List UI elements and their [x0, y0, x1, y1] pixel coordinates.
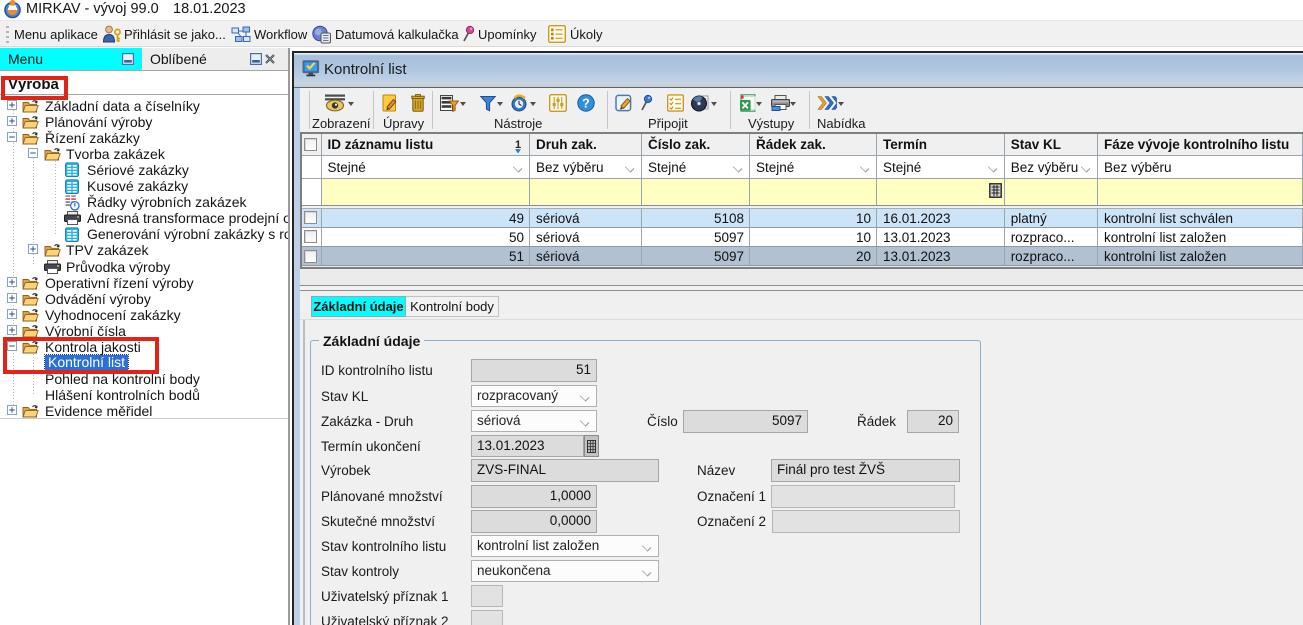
- svg-text:?: ?: [582, 96, 590, 110]
